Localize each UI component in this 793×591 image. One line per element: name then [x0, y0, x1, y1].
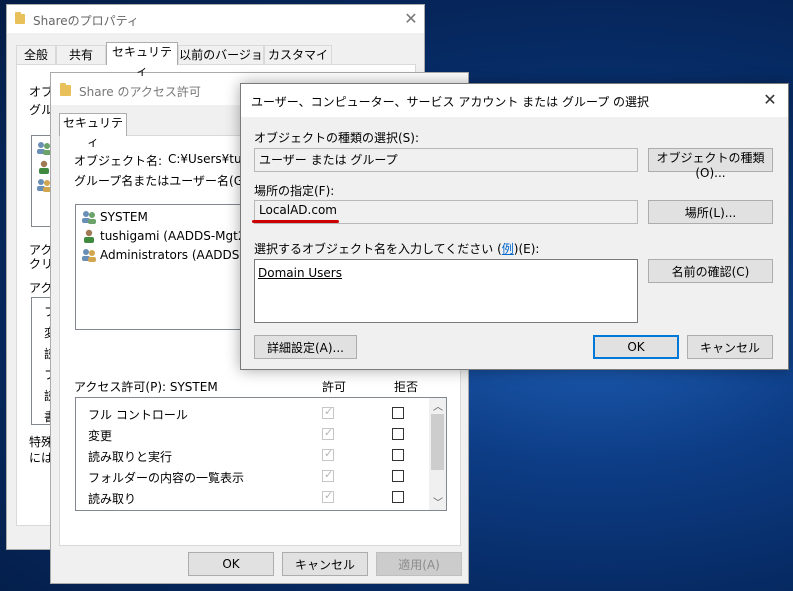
- tab-previous-versions[interactable]: 以前のバージョン: [178, 45, 264, 81]
- tab-security[interactable]: セキュリティ: [59, 113, 127, 149]
- object-type-label: オブジェクトの種類の選択(S):: [254, 131, 420, 145]
- object-name-label: オブジェクト名:: [74, 154, 163, 168]
- user-icon: [81, 229, 97, 243]
- locations-button[interactable]: 場所(L)...: [648, 200, 773, 224]
- scroll-thumb[interactable]: [431, 414, 444, 470]
- select-title: ユーザー、コンピューター、サービス アカウント または グループ の選択: [251, 95, 650, 109]
- tab-sharing[interactable]: 共有: [56, 45, 106, 65]
- location-value: LocalAD.com: [259, 203, 337, 217]
- deny-checkbox[interactable]: [392, 470, 404, 482]
- tab-security[interactable]: セキュリティ: [106, 42, 178, 78]
- check-names-button[interactable]: 名前の確認(C): [648, 259, 773, 283]
- permission-name: 変更: [88, 429, 113, 443]
- group-user-label: グループ名またはユーザー名(G):: [74, 174, 252, 188]
- perm-header-label: アクセス許可(P): SYSTEM: [74, 380, 218, 394]
- deny-column-header: 拒否: [394, 380, 419, 394]
- tab-general[interactable]: 全般: [16, 45, 56, 65]
- deny-checkbox[interactable]: [392, 428, 404, 440]
- deny-checkbox[interactable]: [392, 491, 404, 503]
- allow-checkbox[interactable]: [322, 489, 334, 503]
- select-titlebar: ユーザー、コンピューター、サービス アカウント または グループ の選択 ✕: [241, 84, 788, 117]
- select-users-dialog: ユーザー、コンピューター、サービス アカウント または グループ の選択 ✕ オ…: [240, 83, 789, 370]
- permission-name: フル コントロール: [88, 408, 188, 422]
- properties-title: Shareのプロパティ: [33, 14, 139, 28]
- permission-name: 読み取りと実行: [88, 450, 173, 464]
- ok-button[interactable]: OK: [593, 335, 679, 359]
- deny-checkbox[interactable]: [392, 407, 404, 419]
- apply-button[interactable]: 適用(A): [376, 552, 462, 576]
- access-label-partial-2: アク: [29, 281, 53, 295]
- user-name: SYSTEM: [100, 210, 148, 224]
- permission-scrollbar[interactable]: ︿ ﹀: [429, 398, 446, 510]
- scroll-up-icon[interactable]: ︿: [433, 398, 443, 413]
- allow-checkbox[interactable]: [322, 405, 334, 419]
- folder-icon: [15, 12, 25, 24]
- object-types-button[interactable]: オブジェクトの種類(O)...: [648, 148, 773, 180]
- allow-column-header: 許可: [322, 380, 347, 394]
- folder-icon: [60, 83, 71, 96]
- object-names-value: Domain Users: [258, 266, 342, 280]
- examples-link[interactable]: 例: [502, 242, 514, 256]
- object-names-input[interactable]: Domain Users: [254, 259, 638, 323]
- enter-names-label: 選択するオブジェクト名を入力してください (例)(E):: [254, 242, 540, 256]
- tab-customize[interactable]: カスタマイズ: [264, 45, 332, 81]
- location-underline-annotation: [252, 220, 339, 223]
- allow-checkbox[interactable]: [322, 426, 334, 440]
- allow-checkbox[interactable]: [322, 468, 334, 482]
- access-title: Share のアクセス許可: [79, 85, 201, 99]
- cancel-button[interactable]: キャンセル: [282, 552, 368, 576]
- users-icon: [81, 210, 97, 224]
- permission-name: フォルダーの内容の一覧表示: [88, 471, 245, 485]
- properties-titlebar: Shareのプロパティ ✕: [7, 5, 424, 33]
- ok-button[interactable]: OK: [188, 552, 274, 576]
- allow-checkbox[interactable]: [322, 447, 334, 461]
- users-icon: [81, 248, 97, 262]
- cancel-button[interactable]: キャンセル: [687, 335, 773, 359]
- advanced-button[interactable]: 詳細設定(A)...: [254, 335, 357, 359]
- scroll-down-icon[interactable]: ﹀: [433, 494, 443, 509]
- permission-name: 読み取り: [88, 492, 137, 506]
- permission-list: フル コントロール 変更 読み取りと実行 フォルダーの内容の一覧表示 読み取り …: [75, 397, 447, 511]
- deny-checkbox[interactable]: [392, 449, 404, 461]
- location-label: 場所の指定(F):: [254, 184, 335, 198]
- object-type-field: ユーザー または グループ: [254, 148, 638, 172]
- close-icon[interactable]: ✕: [403, 11, 419, 27]
- close-icon[interactable]: ✕: [762, 92, 778, 108]
